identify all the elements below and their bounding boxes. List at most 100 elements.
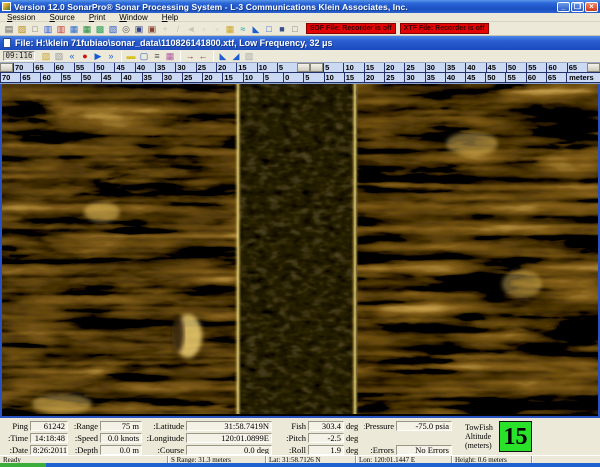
minimize-button[interactable]: _: [557, 2, 570, 12]
ruler-tick: 15: [344, 73, 364, 82]
ruler-tick: 25: [384, 73, 404, 82]
main-toolbar: ▤▨□▥▥▦▦▩▧◎▣▣+/◄▫▫▦≈◣□■□SDF File: Recorde…: [0, 22, 600, 36]
ruler-tick: 35: [445, 63, 465, 72]
sonar-toolbar: 09:116 ▨▧«●▶»▬▢≡▦→←◣◢▨: [0, 50, 600, 63]
status-label: Errors:: [364, 445, 396, 455]
ruler-button-right[interactable]: [587, 63, 600, 72]
ruler-tick: 5: [323, 63, 343, 72]
status-column-0: Ping61242Time:14:18:48Date:8:26:2011: [4, 420, 68, 455]
status-panel: TowFish Altitude (meters) 15 m deg Ping6…: [0, 416, 600, 455]
extra-tool-icon[interactable]: ▨: [243, 50, 255, 62]
close-button[interactable]: ×: [585, 2, 598, 12]
new-page-icon[interactable]: □: [29, 23, 41, 35]
pencil-tool-icon[interactable]: /: [172, 23, 184, 35]
print-icon[interactable]: ▤: [3, 23, 15, 35]
image-view-icon[interactable]: ▣: [133, 23, 145, 35]
status-column-2: Latitude:31:58.7419NLongitude:120:01.089…: [142, 420, 272, 455]
status-value: No Errors: [396, 445, 452, 455]
palette-icon[interactable]: ▦: [224, 23, 236, 35]
target-icon[interactable]: ◎: [120, 23, 132, 35]
menu-item-source[interactable]: Source: [42, 13, 81, 22]
restore-button[interactable]: ❐: [571, 2, 584, 12]
ruler-tick: 10: [343, 63, 363, 72]
ruler-tick: 50: [485, 73, 505, 82]
ruler-button-center-b[interactable]: [310, 63, 323, 72]
ruler-button-left[interactable]: [0, 63, 13, 72]
menu-item-help[interactable]: Help: [155, 13, 185, 22]
select-tool-icon[interactable]: ▫: [198, 23, 210, 35]
menu-item-print[interactable]: Print: [82, 13, 112, 22]
step-back-icon[interactable]: ←: [197, 50, 209, 62]
statusbar-cell-2: Lat: 31:58.7126 N: [266, 456, 356, 463]
send-icon[interactable]: ▧: [53, 50, 65, 62]
palette-icon[interactable]: ▦: [164, 50, 176, 62]
page-blue-icon[interactable]: □: [263, 23, 275, 35]
ruler-tick: 10: [324, 73, 344, 82]
box-tool-icon[interactable]: ▫: [211, 23, 223, 35]
sonar-waterfall-display[interactable]: [0, 84, 600, 416]
ruler-tick: 20: [216, 63, 236, 72]
ruler-button-center-a[interactable]: [297, 63, 310, 72]
ruler-tick: 35: [142, 73, 162, 82]
open-folder-icon[interactable]: ▨: [16, 23, 28, 35]
stop-icon[interactable]: ●: [79, 50, 91, 62]
save-icon[interactable]: ■: [276, 23, 288, 35]
play-icon[interactable]: ▶: [92, 50, 104, 62]
toolbar-separator: [121, 51, 122, 62]
status-label: Latitude:: [142, 421, 186, 431]
bottom-track-right-icon[interactable]: ◢: [230, 50, 242, 62]
ruler-tick: 60: [546, 63, 566, 72]
status-row: Speed:0.0 knots: [70, 432, 142, 443]
ruler-tick: 60: [526, 73, 546, 82]
monitor-icon[interactable]: ▢: [138, 50, 150, 62]
waterfall-teal-icon[interactable]: ▧: [107, 23, 119, 35]
towfish-altitude-label: TowFish Altitude (meters): [465, 423, 499, 450]
ruler-tick: 15: [236, 63, 256, 72]
image-view-2-icon[interactable]: ▣: [146, 23, 158, 35]
ruler-tick: 25: [182, 73, 202, 82]
waterfall-navy-icon[interactable]: ▦: [68, 23, 80, 35]
ruler-tick: 10: [257, 63, 277, 72]
status-label: Pressure:: [364, 421, 396, 431]
display-toggle-icon[interactable]: ▬: [125, 50, 137, 62]
status-row: Pitch:-2.5deg: [280, 432, 358, 443]
taskbar-sliver: [0, 463, 600, 467]
status-value: 1.9: [308, 445, 344, 455]
ruler-tick: 55: [526, 63, 546, 72]
ruler-tick: 25: [404, 63, 424, 72]
flag-chart-icon[interactable]: ◣: [250, 23, 262, 35]
ruler-tick: 55: [505, 73, 525, 82]
ruler-tick: 40: [465, 63, 485, 72]
status-label: Depth:: [70, 445, 100, 455]
bottom-track-left-icon[interactable]: ◣: [217, 50, 229, 62]
chart-green-icon[interactable]: ▦: [81, 23, 93, 35]
doc-new-icon[interactable]: □: [289, 23, 301, 35]
ruler-row-top: 7065605550454035302520151055101520253035…: [0, 63, 600, 73]
refresh-icon[interactable]: ≈: [237, 23, 249, 35]
ruler-tick: 20: [364, 73, 384, 82]
fast-forward-icon[interactable]: »: [105, 50, 117, 62]
waterfall-red-icon[interactable]: ▥: [55, 23, 67, 35]
step-forward-icon[interactable]: →: [184, 50, 196, 62]
stamp-tool-icon[interactable]: +: [159, 23, 171, 35]
app-icon: [2, 2, 11, 11]
ruler-row-bottom: 7065605550454035302520151050510152025303…: [0, 73, 600, 83]
menu-item-window[interactable]: Window: [112, 13, 154, 22]
rewind-icon[interactable]: «: [66, 50, 78, 62]
gain-sliders-icon[interactable]: ≡: [151, 50, 163, 62]
status-label: Roll:: [280, 445, 308, 455]
ruler-tick: 45: [486, 63, 506, 72]
map-icon[interactable]: ▩: [94, 23, 106, 35]
ruler-tick: 5: [303, 73, 323, 82]
menu-item-session[interactable]: Session: [0, 13, 42, 22]
ruler-tick: 40: [121, 73, 141, 82]
open-file-icon[interactable]: ▨: [40, 50, 52, 62]
ruler-tick: 10: [243, 73, 263, 82]
waterfall-blue-icon[interactable]: ▥: [42, 23, 54, 35]
status-row: [364, 432, 452, 443]
status-column-4: Pressure:-75.0 psiaErrors:No Errors: [364, 420, 452, 455]
ruler-tick: 65: [567, 63, 587, 72]
pointer-tool-icon[interactable]: ◄: [185, 23, 197, 35]
status-row: Latitude:31:58.7419N: [142, 420, 272, 431]
status-row: Depth:0.0 m: [70, 444, 142, 455]
